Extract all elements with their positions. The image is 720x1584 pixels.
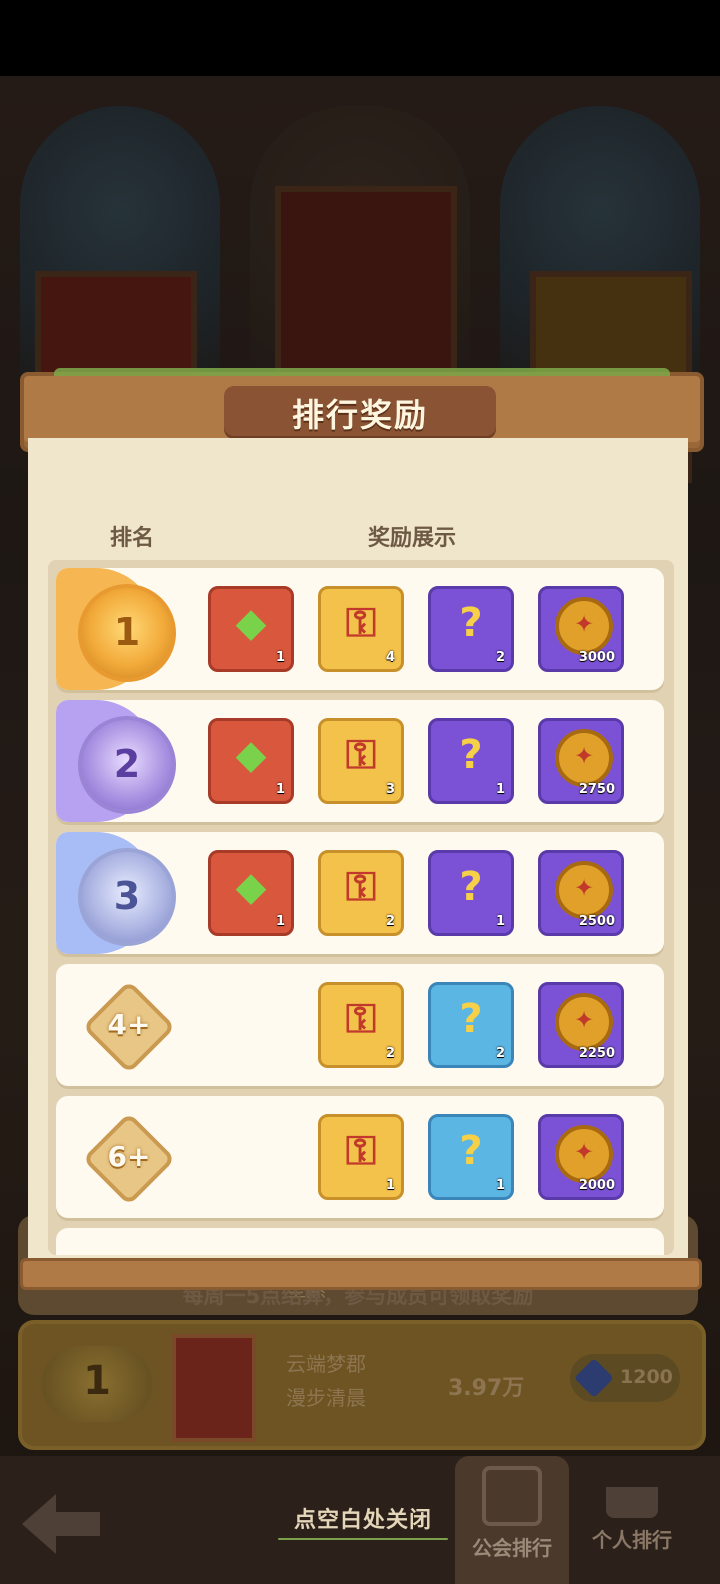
reward-row-rank-4plus: 4+ ⚿2 ?2 2250 bbox=[56, 964, 664, 1086]
gold-coin-icon[interactable]: 2000 bbox=[538, 1114, 624, 1200]
guild-ranking-icon bbox=[482, 1466, 542, 1526]
rank-label: 4+ bbox=[107, 1008, 151, 1041]
gold-coin-icon[interactable]: 3000 bbox=[538, 586, 624, 672]
rank-label: 6+ bbox=[107, 1140, 151, 1173]
close-hint[interactable]: 点空白处关闭 bbox=[278, 1502, 448, 1542]
status-bar bbox=[0, 0, 720, 76]
green-crystal-icon[interactable]: ◆ 1 bbox=[208, 586, 294, 672]
reward-row-rank-1: 1 ◆1 ⚿4 ?2 3000 bbox=[56, 568, 664, 690]
mystery-crystal-icon[interactable]: ? 1 bbox=[428, 850, 514, 936]
dialog-body: 排名 奖励展示 1 ◆1 ⚿4 ?2 3000 2 ◆1 ⚿3 ?1 2750 bbox=[28, 438, 688, 1308]
gem-icon bbox=[574, 1358, 614, 1398]
reward-row-rank-3: 3 ◆1 ⚿2 ?1 2500 bbox=[56, 832, 664, 954]
leaderboard-row-first: 1 云端梦郡 漫步清晨 3.97万 1200 bbox=[18, 1320, 706, 1450]
column-header-rank: 排名 bbox=[110, 526, 155, 551]
rank-medal-icon: 1 bbox=[42, 1346, 152, 1422]
rank-reward-dialog: 排行奖励 排名 奖励展示 1 ◆1 ⚿4 ?2 3000 2 ◆1 ⚿3 ?1 … bbox=[20, 368, 704, 1308]
silver-medal-icon: 2 bbox=[78, 716, 176, 814]
column-header-reward: 奖励展示 bbox=[368, 526, 457, 551]
dialog-footer-board bbox=[20, 1258, 702, 1290]
red-gem-key-icon[interactable]: ⚿ 4 bbox=[318, 586, 404, 672]
guild-flag-icon bbox=[172, 1334, 256, 1442]
mystery-crystal-blue-icon[interactable]: ? 2 bbox=[428, 982, 514, 1068]
mystery-crystal-icon[interactable]: ? 1 bbox=[428, 718, 514, 804]
gold-coin-icon[interactable]: 2500 bbox=[538, 850, 624, 936]
guild-score: 3.97万 bbox=[448, 1376, 525, 1401]
gem-reward: 1200 bbox=[570, 1354, 680, 1402]
reward-row-partial bbox=[56, 1228, 664, 1255]
green-crystal-icon[interactable]: ◆ 1 bbox=[208, 850, 294, 936]
bottom-nav: 点空白处关闭 公会排行 个人排行 bbox=[0, 1456, 720, 1584]
title-plate: 排行奖励 bbox=[224, 386, 496, 436]
mystery-crystal-icon[interactable]: ? 2 bbox=[428, 586, 514, 672]
red-gem-key-icon[interactable]: ⚿ 3 bbox=[318, 718, 404, 804]
tab-personal-ranking[interactable]: 个人排行 bbox=[575, 1456, 689, 1584]
tab-guild-ranking[interactable]: 公会排行 bbox=[455, 1456, 569, 1584]
reward-list[interactable]: 1 ◆1 ⚿4 ?2 3000 2 ◆1 ⚿3 ?1 2750 3 ◆1 ⚿2 bbox=[48, 560, 674, 1255]
red-gem-key-icon[interactable]: ⚿ 2 bbox=[318, 850, 404, 936]
personal-ranking-icon bbox=[606, 1466, 658, 1518]
reward-row-rank-2: 2 ◆1 ⚿3 ?1 2750 bbox=[56, 700, 664, 822]
bronze-medal-icon: 3 bbox=[78, 848, 176, 946]
back-arrow-icon[interactable] bbox=[22, 1492, 102, 1556]
green-crystal-icon[interactable]: ◆ 1 bbox=[208, 718, 294, 804]
gold-coin-icon[interactable]: 2250 bbox=[538, 982, 624, 1068]
mystery-crystal-blue-icon[interactable]: ? 1 bbox=[428, 1114, 514, 1200]
gold-coin-icon[interactable]: 2750 bbox=[538, 718, 624, 804]
reward-row-rank-6plus: 6+ ⚿1 ?1 2000 bbox=[56, 1096, 664, 1218]
leader-name: 漫步清晨 bbox=[286, 1386, 366, 1410]
red-gem-key-icon[interactable]: ⚿ 2 bbox=[318, 982, 404, 1068]
red-gem-key-icon[interactable]: ⚿ 1 bbox=[318, 1114, 404, 1200]
dialog-title: 排行奖励 bbox=[291, 396, 428, 434]
gold-medal-icon: 1 bbox=[78, 584, 176, 682]
guild-name: 云端梦郡 bbox=[286, 1352, 366, 1376]
